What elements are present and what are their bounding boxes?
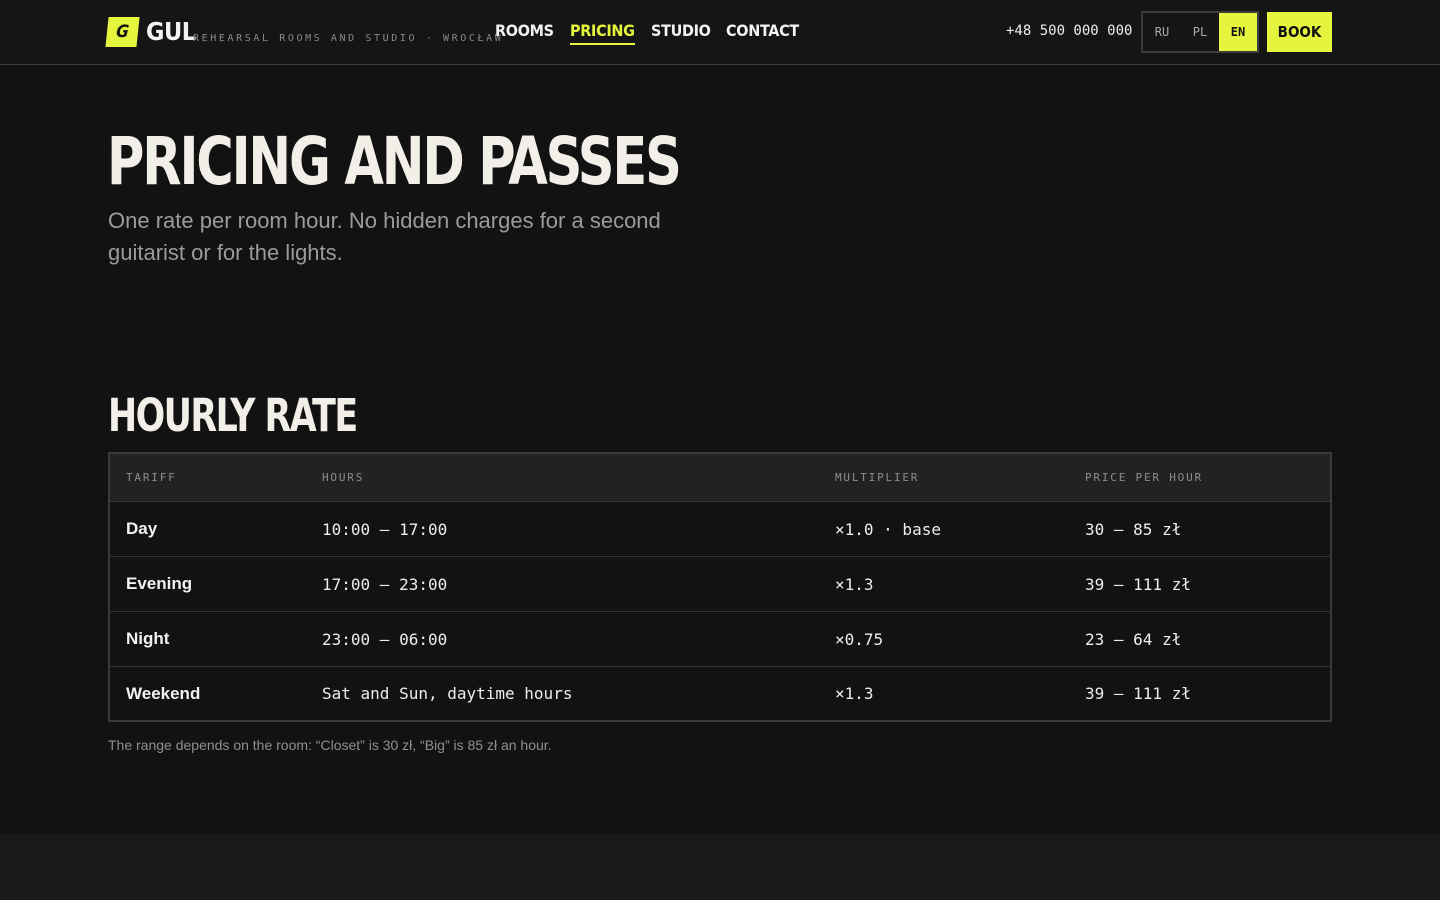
tariff-multiplier: ×1.3 <box>835 684 874 703</box>
tariff-multiplier: ×1.0 · base <box>835 519 941 539</box>
book-button[interactable]: BOOK <box>1267 12 1332 52</box>
tariff-name: Night <box>126 629 170 648</box>
nav-item-contact[interactable]: CONTACT <box>726 20 799 42</box>
tariff-name: Weekend <box>126 683 201 703</box>
tariff-hours: 23:00 — 06:00 <box>322 629 448 649</box>
tariff-hours: Sat and Sun, daytime hours <box>322 684 573 703</box>
tariff-hours: 10:00 — 17:00 <box>322 519 448 539</box>
hourly-rate-table: TARIFF HOURS MULTIPLIER PRICE PER HOUR D… <box>108 452 1332 722</box>
tariff-name: Day <box>126 519 158 538</box>
page-subtitle: One rate per room hour. No hidden charge… <box>108 208 661 265</box>
table-row: Evening 17:00 — 23:00 ×1.3 39 — 111 zł <box>110 556 1330 611</box>
nav-item-pricing[interactable]: PRICING <box>570 20 635 45</box>
tariff-price: 23 — 64 zł <box>1085 629 1182 649</box>
tariff-multiplier: ×0.75 <box>835 629 884 649</box>
language-switcher: RU PL EN <box>1141 11 1259 53</box>
tariff-price: 39 — 111 zł <box>1085 684 1191 703</box>
table-header-row: TARIFF HOURS MULTIPLIER PRICE PER HOUR <box>110 454 1330 501</box>
table-row: Day 10:00 — 17:00 ×1.0 · base 30 — 85 zł <box>110 501 1330 556</box>
tariff-price: 30 — 85 zł <box>1085 519 1182 539</box>
next-section-band <box>0 834 1440 900</box>
tariff-price: 39 — 111 zł <box>1085 574 1191 594</box>
tariff-multiplier: ×1.3 <box>835 574 874 594</box>
table-row: Weekend Sat and Sun, daytime hours ×1.3 … <box>110 666 1330 720</box>
pricing-footnote: The range depends on the room: “Closet” … <box>108 737 552 753</box>
nav-item-studio[interactable]: STUDIO <box>651 20 711 42</box>
site-header: G GUL REHEARSAL ROOMS AND STUDIO · WROCŁ… <box>0 0 1440 65</box>
column-header-tariff: TARIFF <box>126 471 177 484</box>
nav-item-rooms[interactable]: ROOMS <box>495 20 554 42</box>
logo-name[interactable]: GUL <box>146 17 196 47</box>
column-header-price: PRICE PER HOUR <box>1085 471 1203 484</box>
table-row: Night 23:00 — 06:00 ×0.75 23 — 64 zł <box>110 611 1330 666</box>
page-title: PRICING AND PASSES <box>107 123 682 200</box>
tariff-name: Evening <box>126 574 193 593</box>
lang-en[interactable]: EN <box>1219 13 1257 51</box>
logo-tagline: REHEARSAL ROOMS AND STUDIO · WROCŁAW <box>193 33 504 44</box>
tariff-hours: 17:00 — 23:00 <box>322 574 448 594</box>
logo-mark[interactable]: G <box>105 17 140 47</box>
lang-pl[interactable]: PL <box>1181 13 1219 51</box>
section-title-hourly-rate: HOURLY RATE <box>108 389 358 442</box>
column-header-multiplier: MULTIPLIER <box>835 471 920 484</box>
column-header-hours: HOURS <box>322 471 365 484</box>
phone-link[interactable]: +48 500 000 000 <box>1006 23 1132 39</box>
lang-ru[interactable]: RU <box>1143 13 1181 51</box>
